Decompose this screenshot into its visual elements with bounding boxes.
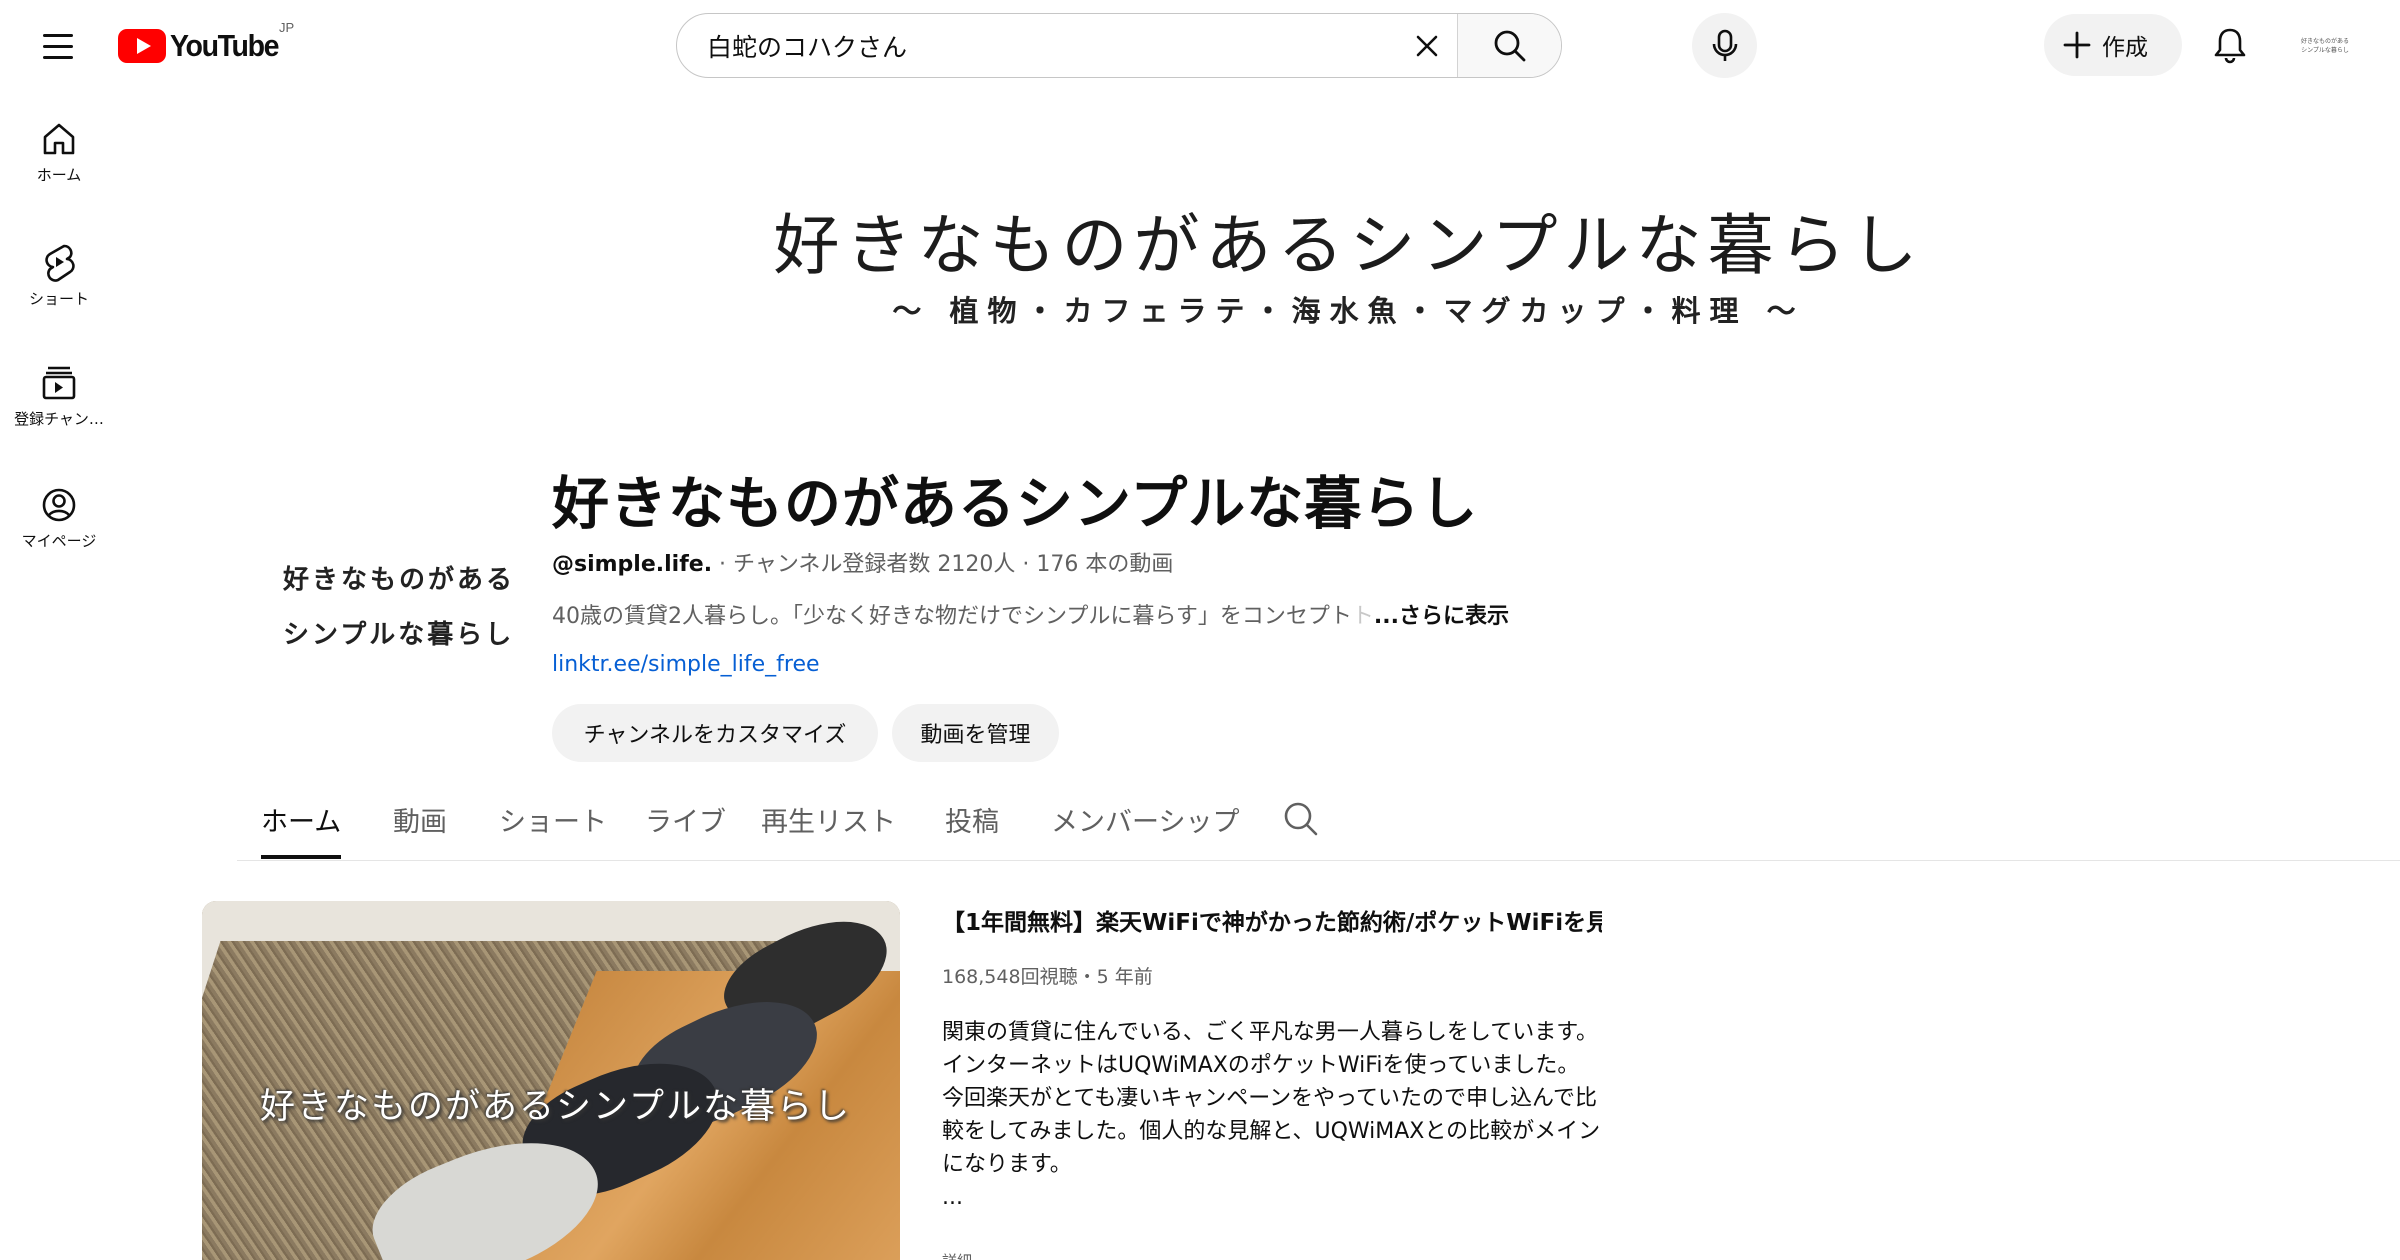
youtube-logo[interactable]: YouTube: [118, 28, 288, 64]
banner-title: 好きなものがあるシンプルな暮らし: [773, 207, 1924, 284]
voice-search-button[interactable]: [1692, 13, 1757, 78]
bell-icon: [2214, 28, 2246, 64]
customize-channel-button[interactable]: チャンネルをカスタマイズ: [552, 704, 878, 762]
masthead: YouTube JP 作成 好きなものがある シンプルな暮らし: [0, 0, 2400, 92]
avatar-line-2: シンプルな暮らし: [2301, 47, 2349, 54]
rail-label-subscriptions: 登録チャン…: [14, 410, 104, 428]
channel-tabs: ホーム 動画 ショート ライブ 再生リスト 投稿 メンバーシップ: [237, 790, 2400, 861]
search-button[interactable]: [1457, 14, 1561, 77]
rail-label-home: ホーム: [36, 166, 82, 184]
channel-avatar-line-2: シンプルな暮らし: [283, 620, 515, 650]
featured-video-more[interactable]: 詳細: [942, 1250, 972, 1260]
channel-description-fade: ト: [1351, 604, 1374, 629]
logo-region: JP: [279, 20, 295, 35]
rail-label-you: マイページ: [21, 532, 97, 550]
tab-home[interactable]: ホーム: [261, 800, 341, 839]
channel-meta: @simple.life. · チャンネル登録者数 2120人 · 176 本の…: [552, 546, 1173, 578]
shorts-icon: [45, 244, 75, 282]
account-avatar[interactable]: 好きなものがある シンプルな暮らし: [2296, 28, 2354, 64]
channel-description[interactable]: 40歳の賃貸2人暮らし。「少なく好きな物だけでシンプルに暮らす」をコンセプトト.…: [552, 598, 1509, 630]
channel-avatar-line-1: 好きなものがある: [283, 565, 516, 595]
featured-video-thumbnail[interactable]: 好きなものがあるシンプルな暮らし: [202, 901, 900, 1260]
featured-video-description: 関東の賃貸に住んでいる、ごく平凡な男一人暮らしをしています。 インターネットはU…: [942, 1020, 1601, 1210]
microphone-icon: [1712, 29, 1737, 61]
rail-item-subscriptions[interactable]: 登録チャン…: [0, 336, 118, 446]
home-icon: [43, 123, 75, 155]
rail-item-you[interactable]: マイページ: [0, 458, 118, 568]
rail-item-shorts[interactable]: ショート: [0, 214, 118, 324]
create-button[interactable]: 作成: [2044, 14, 2182, 76]
notifications-button[interactable]: [2205, 20, 2255, 70]
manage-videos-button[interactable]: 動画を管理: [892, 704, 1059, 762]
channel-external-link[interactable]: linktr.ee/simple_life_free: [552, 652, 820, 677]
search-box: [676, 13, 1562, 78]
account-icon: [42, 488, 76, 522]
channel-name: 好きなものがあるシンプルな暮らし: [552, 471, 1479, 537]
channel-avatar[interactable]: 好きなものがある シンプルな暮らし: [262, 520, 524, 690]
channel-description-text: 40歳の賃貸2人暮らし。「少なく好きな物だけでシンプルに暮らす」をコンセプト: [552, 604, 1352, 629]
search-input[interactable]: [677, 14, 1397, 77]
banner-subtitle: 〜 植物・カフェラテ・海水魚・マグカップ・料理 〜: [892, 294, 1805, 328]
tab-posts[interactable]: 投稿: [945, 800, 999, 839]
logo-text: YouTube: [170, 28, 279, 63]
tab-videos[interactable]: 動画: [393, 800, 447, 839]
clear-search-icon[interactable]: [1397, 14, 1457, 77]
subscriptions-icon: [42, 366, 76, 400]
thumbnail-overlay-text: 好きなものがあるシンプルな暮らし: [260, 1087, 851, 1127]
tab-membership[interactable]: メンバーシップ: [1051, 800, 1239, 839]
channel-handle: @simple.life.: [552, 552, 713, 577]
tab-live[interactable]: ライブ: [645, 800, 726, 839]
active-tab-indicator: [261, 855, 341, 859]
featured-video-title[interactable]: 【1年間無料】楽天WiFiで神がかった節約術/ポケットWiFiを見...: [942, 903, 1602, 937]
menu-icon[interactable]: [34, 26, 82, 66]
channel-search-icon[interactable]: [1282, 800, 1320, 842]
tab-playlists[interactable]: 再生リスト: [761, 800, 896, 839]
search-icon: [1494, 30, 1525, 61]
avatar-line-1: 好きなものがある: [2300, 38, 2349, 45]
youtube-play-icon: [118, 29, 166, 63]
rail-label-shorts: ショート: [28, 290, 89, 308]
create-label: 作成: [2102, 35, 2148, 61]
channel-banner: 好きなものがあるシンプルな暮らし 〜 植物・カフェラテ・海水魚・マグカップ・料理…: [237, 120, 2400, 390]
featured-video-meta: 168,548回視聴・5 年前: [942, 966, 1153, 988]
show-more-link[interactable]: ...さらに表示: [1374, 604, 1509, 629]
rail-item-home[interactable]: ホーム: [0, 92, 118, 202]
channel-stats: · チャンネル登録者数 2120人 · 176 本の動画: [712, 552, 1174, 577]
tab-shorts[interactable]: ショート: [499, 800, 607, 839]
plus-icon: [2063, 31, 2091, 59]
